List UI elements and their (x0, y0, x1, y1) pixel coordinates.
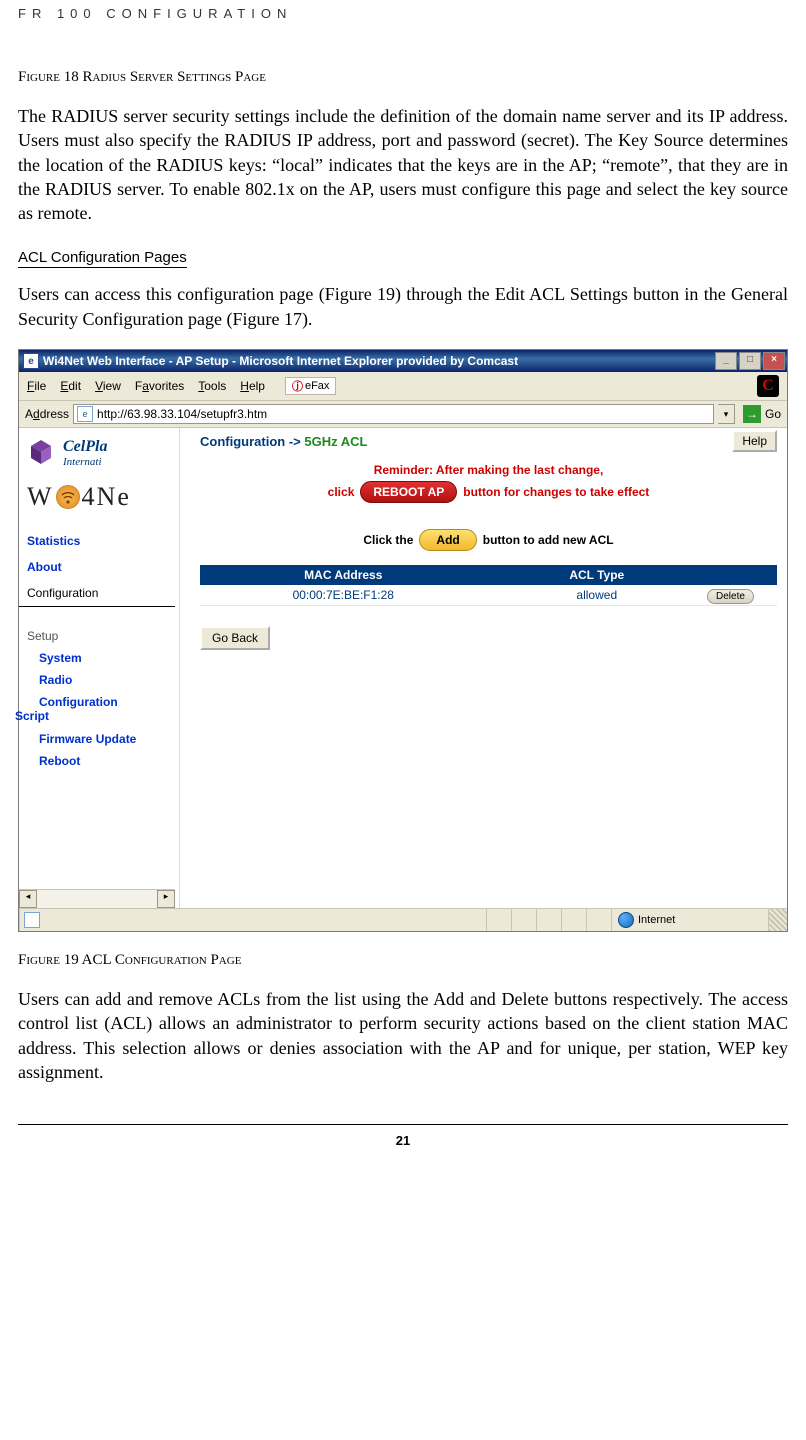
paragraph-2: Users can access this configuration page… (18, 282, 788, 331)
celplan-text-2: Internati (63, 456, 107, 468)
help-button[interactable]: Help (732, 430, 777, 452)
running-header: FR 100 CONFIGURATION (18, 0, 788, 59)
status-zone-text: Internet (638, 914, 675, 926)
crumb-configuration: Configuration (200, 434, 285, 449)
close-button[interactable]: × (763, 352, 785, 370)
figure-19-caption: Figure 19 ACL Configuration Page (18, 952, 788, 969)
cell-type: allowed (487, 588, 707, 602)
address-input[interactable]: e http://63.98.33.104/setupfr3.htm (73, 404, 714, 424)
nav-statistics[interactable]: Statistics (19, 528, 179, 554)
ie-app-icon: e (23, 353, 39, 369)
breadcrumb: Configuration -> 5GHz ACL (200, 434, 777, 449)
url-text: http://63.98.33.104/setupfr3.htm (97, 407, 267, 421)
celplan-text-1: CelPla (63, 438, 107, 456)
status-bar: Internet (19, 908, 787, 931)
menu-file[interactable]: File (27, 379, 46, 393)
menu-help[interactable]: Help (240, 379, 265, 393)
comcast-logo-icon: C (757, 375, 779, 397)
go-label: Go (765, 407, 781, 421)
minimize-button[interactable]: _ (715, 352, 737, 370)
acl-table: MAC Address ACL Type 00:00:7E:BE:F1:28 a… (200, 565, 777, 606)
menu-tools[interactable]: Tools (198, 379, 226, 393)
reminder-text: Reminder: After making the last change, (374, 463, 604, 477)
go-back-button[interactable]: Go Back (200, 626, 270, 650)
scroll-right-button[interactable]: ▸ (157, 890, 175, 908)
status-page-icon (24, 912, 40, 928)
internet-zone-icon (618, 912, 634, 928)
reboot-ap-button[interactable]: REBOOT AP (360, 481, 457, 503)
section-heading: ACL Configuration Pages (18, 249, 187, 268)
crumb-arrow: -> (289, 434, 305, 449)
nav-about[interactable]: About (19, 554, 179, 580)
nav-setup: Setup (19, 621, 179, 647)
nav-reboot[interactable]: Reboot (19, 750, 179, 772)
window-title: Wi4Net Web Interface - AP Setup - Micros… (43, 354, 715, 368)
browser-window: e Wi4Net Web Interface - AP Setup - Micr… (18, 349, 788, 932)
efax-toolbar-button[interactable]: ⓙeFax (285, 377, 336, 395)
menu-edit[interactable]: Edit (60, 379, 81, 393)
sidebar-horizontal-scrollbar[interactable]: ◂ ▸ (19, 889, 175, 908)
reminder-click: click (328, 485, 355, 499)
figure-18-caption: Figure 18 Radius Server Settings Page (18, 69, 788, 86)
wifi-signal-icon (56, 485, 80, 509)
celplan-logo-icon (25, 438, 57, 466)
delete-button[interactable]: Delete (707, 589, 754, 604)
scroll-left-button[interactable]: ◂ (19, 890, 37, 908)
go-button[interactable]: → (743, 405, 761, 423)
nav-configuration[interactable]: Configuration (19, 580, 175, 607)
address-label: Address (25, 407, 69, 421)
col-acl-type: ACL Type (487, 568, 707, 582)
page-icon: e (77, 406, 93, 422)
add-post: button to add new ACL (483, 533, 614, 547)
main-content: Configuration -> 5GHz ACL Help Reminder:… (180, 428, 787, 908)
add-button[interactable]: Add (419, 529, 476, 551)
maximize-button[interactable]: □ (739, 352, 761, 370)
reminder-rest: button for changes to take effect (463, 485, 649, 499)
resize-grip[interactable] (768, 909, 787, 931)
paragraph-3: Users can add and remove ACLs from the l… (18, 987, 788, 1084)
wi4net-logo: W 4Ne (19, 476, 179, 518)
menu-view[interactable]: View (95, 379, 121, 393)
menu-favorites[interactable]: Favorites (135, 379, 184, 393)
col-mac-address: MAC Address (200, 568, 487, 582)
sidebar: CelPla Internati W 4Ne Statistics About … (19, 428, 180, 908)
crumb-5ghz-acl: 5GHz ACL (304, 434, 367, 449)
address-dropdown-button[interactable]: ▾ (718, 404, 735, 424)
page-number: 21 (18, 1124, 788, 1148)
address-bar: Address e http://63.98.33.104/setupfr3.h… (19, 401, 787, 428)
menu-bar: File Edit View Favorites Tools Help ⓙeFa… (19, 372, 787, 401)
nav-system[interactable]: System (19, 647, 179, 669)
titlebar: e Wi4Net Web Interface - AP Setup - Micr… (19, 350, 787, 372)
paragraph-1: The RADIUS server security settings incl… (18, 104, 788, 225)
cell-mac: 00:00:7E:BE:F1:28 (200, 588, 487, 602)
nav-config-script[interactable]: Configuration Script (19, 691, 179, 728)
table-row: 00:00:7E:BE:F1:28 allowed Delete (200, 585, 777, 606)
add-pre: Click the (363, 533, 413, 547)
nav-radio[interactable]: Radio (19, 669, 179, 691)
nav-firmware-update[interactable]: Firmware Update (19, 728, 179, 750)
